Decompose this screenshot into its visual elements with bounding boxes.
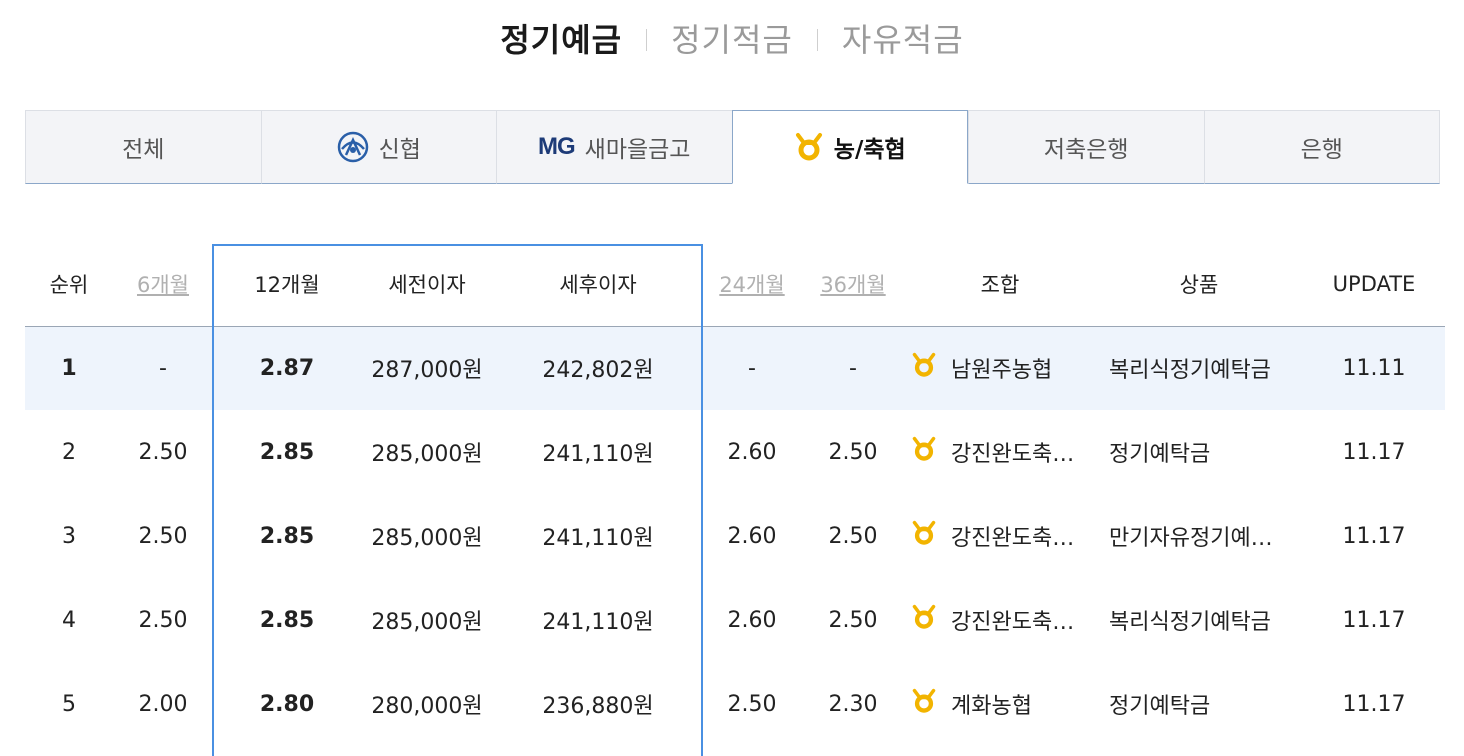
category-tab-all[interactable]: 전체 [25, 110, 261, 184]
rate-6m-cell: 2.00 [138, 691, 188, 717]
table-header-row: 순위 6개월 12개월 세전이자 세후이자 24개월 36개월 조합 상품 UP… [25, 242, 1445, 327]
rank-cell: 5 [62, 691, 76, 717]
rate-36m-cell: 2.50 [828, 607, 878, 633]
table-row[interactable]: 5 2.00 2.80 280,000원 236,880원 2.50 2.30 … [25, 662, 1445, 746]
pre-tax-cell: 285,000원 [371, 526, 483, 551]
header-36-months[interactable]: 36개월 [801, 242, 905, 327]
category-tab-label: 새마을금고 [584, 137, 691, 163]
bank-name[interactable]: 강진완도축… [951, 604, 1074, 636]
nh-logo-icon [794, 132, 824, 162]
pre-tax-cell: 285,000원 [371, 442, 483, 467]
rate-36m-cell: 2.50 [828, 439, 878, 465]
rate-24m-cell: 2.60 [727, 439, 777, 465]
post-tax-cell: 241,110원 [542, 442, 654, 467]
rate-12m-cell: 2.85 [259, 607, 315, 633]
update-cell: 11.17 [1342, 439, 1406, 465]
rate-12m-cell: 2.87 [213, 326, 361, 410]
product-cell[interactable]: 복리식정기예탁금 [1095, 326, 1303, 410]
category-tab-label: 전체 [122, 137, 165, 163]
nh-logo-icon [911, 436, 937, 468]
post-tax-cell: 241,110원 [542, 526, 654, 551]
rate-6m-cell: - [113, 326, 213, 410]
bank-cell: 남원주농협 [905, 326, 1095, 410]
rate-6m-cell: 2.50 [138, 607, 188, 633]
update-cell: 11.17 [1342, 607, 1406, 633]
pre-tax-cell: 285,000원 [371, 610, 483, 635]
bank-cell: 계화농협 [905, 662, 1095, 746]
category-tab-bank[interactable]: 은행 [1203, 110, 1440, 184]
nh-logo-icon [911, 352, 937, 384]
table-row[interactable]: 3 2.50 2.85 285,000원 241,110원 2.60 2.50 … [25, 494, 1445, 578]
category-tab-label: 은행 [1300, 137, 1343, 163]
bank-name[interactable]: 계화농협 [951, 688, 1032, 720]
rate-24m-cell: 2.60 [727, 523, 777, 549]
nh-logo-icon [911, 688, 937, 720]
nh-logo-icon [911, 604, 937, 636]
rate-36m-cell: 2.50 [828, 523, 878, 549]
rank-cell: 4 [62, 607, 76, 633]
product-cell[interactable]: 정기예탁금 [1095, 410, 1303, 494]
product-cell[interactable]: 복리식정기예탁금 [1095, 578, 1303, 662]
header-pre-tax-interest: 세전이자 [361, 242, 493, 327]
tab-fixed-deposit[interactable]: 정기예금 [500, 15, 622, 61]
header-6-months[interactable]: 6개월 [113, 242, 213, 327]
category-tab-label: 신협 [378, 137, 421, 163]
rate-6m-cell: 2.50 [138, 439, 188, 465]
table-row[interactable]: 4 2.50 2.85 285,000원 241,110원 2.60 2.50 … [25, 578, 1445, 662]
product-cell[interactable]: 정기예탁금 [1095, 662, 1303, 746]
header-post-tax-interest: 세후이자 [493, 242, 703, 327]
category-tab-label: 농/축협 [833, 137, 906, 163]
rate-24m-cell: - [703, 326, 801, 410]
category-tab-label: 저축은행 [1043, 137, 1129, 163]
bank-name[interactable]: 남원주농협 [951, 352, 1052, 384]
rate-24m-cell: 2.50 [727, 691, 777, 717]
tab-divider [646, 29, 648, 51]
rates-table: 순위 6개월 12개월 세전이자 세후이자 24개월 36개월 조합 상품 UP… [25, 242, 1445, 746]
nh-logo-icon [911, 520, 937, 552]
rank-cell: 1 [25, 326, 113, 410]
table-row[interactable]: 1 - 2.87 287,000원 242,802원 - - 남원주농협 복리식… [25, 326, 1445, 410]
rate-6m-cell: 2.50 [138, 523, 188, 549]
tab-divider [816, 29, 818, 51]
rate-12m-cell: 2.85 [259, 439, 315, 465]
bank-name[interactable]: 강진완도축… [951, 436, 1074, 468]
rate-24m-cell: 2.60 [727, 607, 777, 633]
post-tax-cell: 236,880원 [542, 694, 654, 719]
rate-12m-cell: 2.80 [259, 691, 315, 717]
rank-cell: 2 [62, 439, 76, 465]
post-tax-cell: 241,110원 [542, 610, 654, 635]
header-12-months[interactable]: 12개월 [213, 242, 361, 327]
bank-cell: 강진완도축… [905, 410, 1095, 494]
mg-logo-icon: MG [538, 133, 576, 160]
category-tab-mg[interactable]: MG 새마을금고 [496, 110, 732, 184]
product-cell[interactable]: 만기자유정기예… [1095, 494, 1303, 578]
header-24-months[interactable]: 24개월 [703, 242, 801, 327]
update-cell: 11.11 [1303, 326, 1445, 410]
rate-12m-cell: 2.85 [259, 523, 315, 549]
header-rank: 순위 [25, 242, 113, 327]
rate-36m-cell: 2.30 [828, 691, 878, 717]
pre-tax-cell: 287,000원 [361, 326, 493, 410]
update-cell: 11.17 [1342, 523, 1406, 549]
header-product: 상품 [1095, 242, 1303, 327]
category-tab-nh[interactable]: 농/축협 [731, 110, 968, 184]
category-tab-shinhyup[interactable]: 신협 [260, 110, 496, 184]
bank-cell: 강진완도축… [905, 494, 1095, 578]
category-tab-savings-bank[interactable]: 저축은행 [968, 110, 1204, 184]
tab-free-savings[interactable]: 자유적금 [842, 15, 964, 61]
table-row[interactable]: 2 2.50 2.85 285,000원 241,110원 2.60 2.50 … [25, 410, 1445, 494]
product-type-tabs: 정기예금 정기적금 자유적금 [0, 14, 1464, 62]
bank-name[interactable]: 강진완도축… [951, 520, 1074, 552]
header-update: UPDATE [1303, 242, 1445, 327]
update-cell: 11.17 [1342, 691, 1406, 717]
tab-installment-savings[interactable]: 정기적금 [671, 15, 793, 61]
header-bank: 조합 [905, 242, 1095, 327]
rank-cell: 3 [62, 523, 76, 549]
shinhyup-logo-icon [337, 131, 369, 163]
rate-36m-cell: - [801, 326, 905, 410]
bank-cell: 강진완도축… [905, 578, 1095, 662]
institution-category-tabs: 전체 신협 MG 새마을금고 농/축협 저축은행 은행 [25, 110, 1440, 184]
pre-tax-cell: 280,000원 [371, 694, 483, 719]
post-tax-cell: 242,802원 [493, 326, 703, 410]
